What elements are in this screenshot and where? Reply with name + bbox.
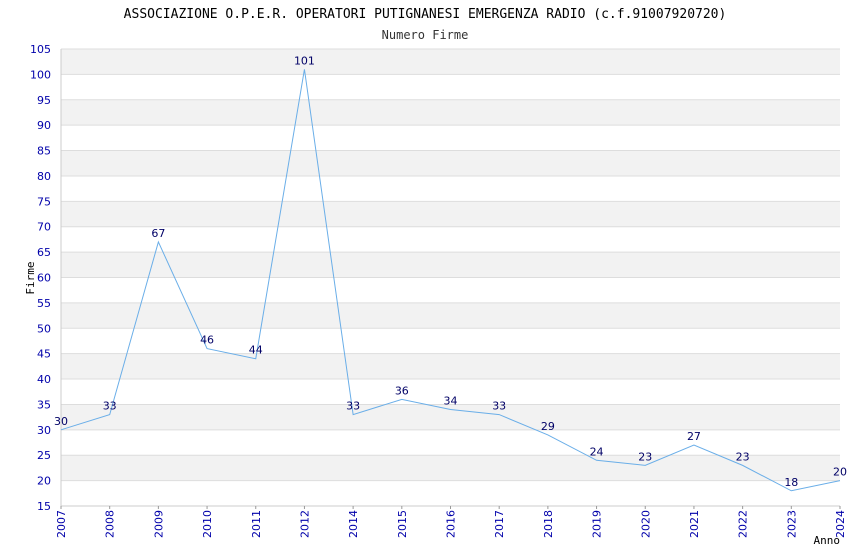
x-tick-label: 2014 [347,510,360,538]
x-tick-label: 2019 [591,510,604,538]
grid-band [61,99,840,126]
y-tick-label: 80 [37,170,51,183]
y-tick-label: 60 [37,272,51,285]
data-label: 20 [833,466,847,479]
grid-bands [61,49,840,481]
data-label: 46 [200,334,214,347]
grid-band [61,252,840,278]
data-label: 23 [736,450,750,463]
y-tick-label: 105 [30,43,51,56]
data-label: 29 [541,420,555,433]
data-label: 33 [103,400,117,413]
x-tick-label: 2012 [298,510,311,538]
grid-band [61,353,840,380]
y-tick-label: 75 [37,195,51,208]
data-label: 23 [638,450,652,463]
chart-title: ASSOCIAZIONE O.P.E.R. OPERATORI PUTIGNAN… [124,7,727,22]
y-tick-label: 90 [37,119,51,132]
data-label: 27 [687,430,701,443]
y-tick-label: 45 [37,348,51,361]
data-label: 34 [444,395,458,408]
data-label: 101 [294,54,315,67]
x-axis-label: Anno [814,534,841,547]
x-tick-label: 2008 [104,510,117,538]
data-label: 67 [151,227,165,240]
data-label: 36 [395,384,409,397]
y-tick-label: 100 [30,68,51,81]
chart-subtitle: Numero Firme [382,28,469,42]
x-tick-label: 2010 [201,510,214,538]
x-tick-label: 2015 [396,510,409,538]
x-tick-label: 2018 [542,510,555,538]
x-tick-label: 2021 [688,510,701,538]
x-tick-label: 2022 [737,510,750,538]
y-axis-label: Firme [24,261,37,294]
x-tick-label: 2016 [445,510,458,538]
y-tick-label: 95 [37,94,51,107]
y-tick-label: 30 [37,424,51,437]
x-tick-label: 2023 [785,510,798,538]
y-tick-label: 70 [37,221,51,234]
x-tick-label: 2011 [250,510,263,538]
data-label: 44 [249,344,263,357]
y-tick-label: 20 [37,475,51,488]
x-tick-label: 2020 [639,510,652,538]
y-tick-label: 85 [37,145,51,158]
x-axis-ticks: 2007 2008 2009 2010 2011 2012 2014 2015 2016 2017… [55,506,847,538]
grid-band [61,201,840,227]
x-tick-label: 2007 [55,510,68,538]
y-tick-label: 25 [37,449,51,462]
y-tick-label: 50 [37,322,51,335]
chart: ASSOCIAZIONE O.P.E.R. OPERATORI PUTIGNAN… [24,7,847,547]
x-tick-label: 2009 [152,510,165,538]
data-label: 18 [784,476,798,489]
grid-band [61,150,840,176]
grid-band [61,49,840,75]
y-tick-label: 35 [37,398,51,411]
x-tick-label: 2017 [493,510,506,538]
y-tick-label: 65 [37,246,51,259]
y-tick-label: 15 [37,500,51,513]
grid-band [61,404,840,430]
data-label: 33 [492,400,506,413]
data-label: 33 [346,400,360,413]
grid-band [61,455,840,481]
data-label: 30 [54,415,68,428]
data-label: 24 [590,445,604,458]
y-tick-label: 40 [37,373,51,386]
y-tick-label: 55 [37,297,51,310]
grid-band [61,302,840,329]
